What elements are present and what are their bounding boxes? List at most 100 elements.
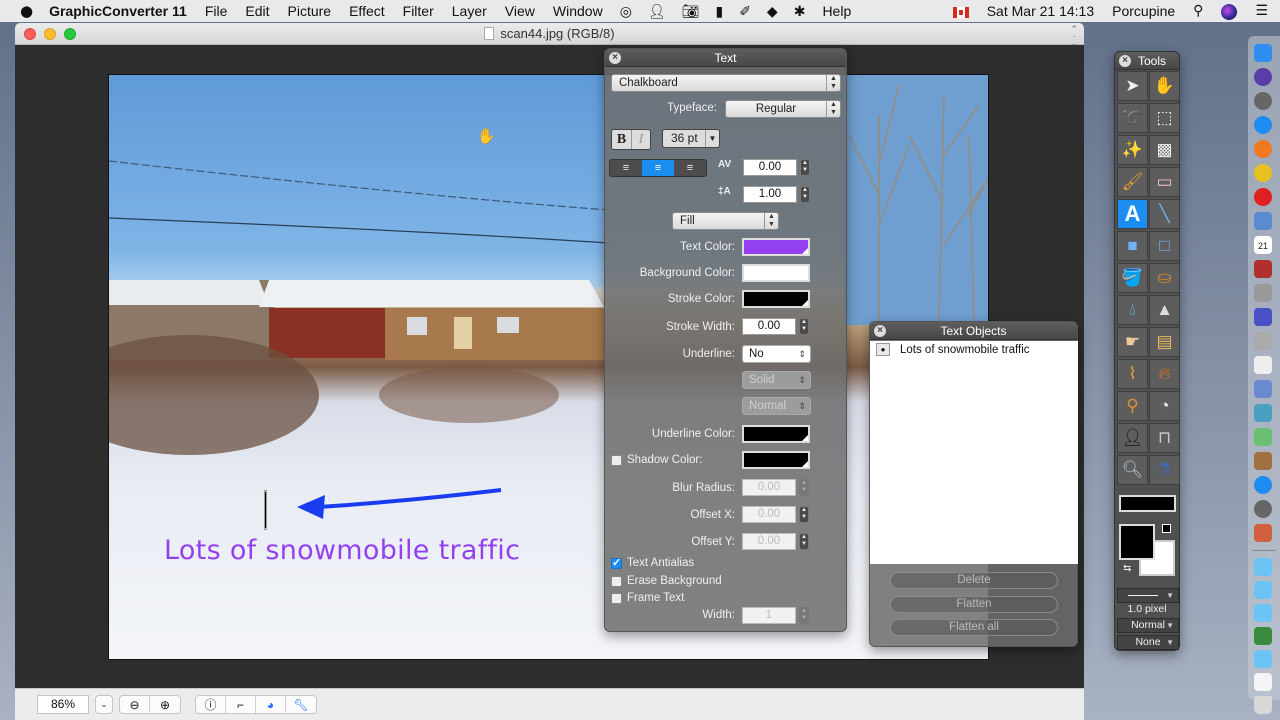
target-icon[interactable]: ◎ <box>612 3 640 20</box>
dock-pictures-icon[interactable] <box>1254 627 1272 645</box>
dock-bbedit-icon[interactable] <box>1254 308 1272 326</box>
spotlight-search-icon[interactable]: ⚲ <box>1184 2 1212 19</box>
menu-layer[interactable]: Layer <box>443 3 496 19</box>
tool-caliper-measure[interactable]: ⊓ <box>1149 423 1180 453</box>
gear-icon[interactable]: ✱ <box>786 3 814 20</box>
menu-filter[interactable]: Filter <box>394 3 443 19</box>
kerning-field[interactable]: 0.00 <box>743 159 797 176</box>
tool-magnifier[interactable]: 🔍︎ <box>1117 455 1148 485</box>
camera-icon[interactable]: 📷︎ <box>674 3 708 20</box>
close-window-button[interactable] <box>24 28 36 40</box>
zoom-field[interactable]: 86% <box>37 695 89 714</box>
tool-filled-rect[interactable]: ■ <box>1117 231 1148 261</box>
tool-sharpen-cone[interactable]: ▲ <box>1149 295 1180 325</box>
tool-silhouette[interactable]: 👤︎ <box>1117 423 1148 453</box>
align-center-button[interactable]: ≡ <box>642 160 674 176</box>
offset-y-stepper[interactable]: ▲ ▼ <box>799 533 809 550</box>
color-wheel-icon[interactable]: ◕ <box>256 696 286 713</box>
eye-visibility-icon[interactable]: ● <box>876 343 890 356</box>
dock-maps-icon[interactable] <box>1254 428 1272 446</box>
tool-color-replace-dropper[interactable]: ◔ <box>1149 391 1180 421</box>
blend-mode-dropdown[interactable]: Normal ▼ <box>1117 618 1179 633</box>
dock-firefox-icon[interactable] <box>1254 140 1272 158</box>
line-spacing-stepper[interactable]: ▲ ▼ <box>800 186 810 203</box>
siri-icon[interactable] <box>1212 2 1246 20</box>
kerning-stepper[interactable]: ▲ ▼ <box>800 159 810 176</box>
align-left-button[interactable]: ≡ <box>610 160 642 176</box>
dock-documents-icon[interactable] <box>1254 673 1272 691</box>
tool-burn-match[interactable]: 🔥︎ <box>1149 359 1180 389</box>
tool-magic-wand[interactable]: ✨ <box>1117 135 1148 165</box>
text-objects-titlebar[interactable]: × Text Objects <box>870 322 1077 340</box>
tool-eraser[interactable]: ▭ <box>1149 167 1180 197</box>
flatten-button[interactable]: Flatten <box>890 596 1058 613</box>
tool-brush[interactable]: 🖌︎ <box>1117 167 1148 197</box>
menu-picture[interactable]: Picture <box>279 3 341 19</box>
dock-chrome-icon[interactable] <box>1254 164 1272 182</box>
font-popup[interactable]: Chalkboard ▲ ▼ <box>611 74 841 92</box>
arrow-annotation[interactable] <box>109 75 989 660</box>
italic-button[interactable]: I <box>631 130 650 149</box>
underline-color-well[interactable] <box>742 425 810 443</box>
canada-flag-icon[interactable] <box>944 3 978 19</box>
fill-mode-popup[interactable]: Fill ▲ ▼ <box>672 212 779 230</box>
erase-background-checkbox[interactable] <box>611 576 622 587</box>
diamond-droplet-icon[interactable]: ◆ <box>759 3 786 20</box>
notification-center-icon[interactable]: ☰ <box>1246 2 1280 19</box>
user-name[interactable]: Porcupine <box>1103 3 1184 19</box>
apple-icon[interactable]: ● <box>0 2 39 20</box>
zoom-in-icon[interactable]: ⊕ <box>150 696 180 713</box>
dock-safari-icon[interactable] <box>1254 116 1272 134</box>
tool-blur-drop[interactable]: 💧︎ <box>1117 295 1148 325</box>
shadow-color-well[interactable] <box>742 451 810 469</box>
font-size-combo[interactable]: 36 pt ▼ <box>662 129 720 148</box>
delete-button[interactable]: Delete <box>890 572 1058 589</box>
dock-folder-icon[interactable] <box>1254 604 1272 622</box>
menu-edit[interactable]: Edit <box>236 3 278 19</box>
foreground-color-swatch[interactable] <box>1119 524 1155 560</box>
ruler-icon[interactable]: ⌐ <box>226 696 256 713</box>
underline-select[interactable]: No ⇕ <box>742 345 811 363</box>
zoom-out-icon[interactable]: ⊖ <box>120 696 150 713</box>
dock-system-preferences-icon[interactable] <box>1254 500 1272 518</box>
line-style-dropdown[interactable]: ▼ <box>1117 588 1179 603</box>
bold-button[interactable]: B <box>612 130 631 149</box>
align-right-button[interactable]: ≡ <box>674 160 706 176</box>
line-color-well[interactable] <box>1119 495 1176 512</box>
list-item[interactable]: ● Lots of snowmobile traffic <box>876 343 1030 356</box>
line-spacing-field[interactable]: 1.00 <box>743 186 797 203</box>
tool-glue[interactable]: ⚗ <box>1149 455 1180 485</box>
dock-textedit-icon[interactable] <box>1254 356 1272 374</box>
info-icon[interactable]: ⓘ <box>196 696 226 713</box>
dock-siri-icon[interactable] <box>1254 68 1272 86</box>
clock[interactable]: Sat Mar 21 14:13 <box>978 3 1103 19</box>
dock-folder-icon[interactable] <box>1254 581 1272 599</box>
dock-preview-icon[interactable] <box>1254 212 1272 230</box>
tool-paint-bucket[interactable]: 🪣 <box>1117 263 1148 293</box>
tool-lasso[interactable]: ➰ <box>1117 103 1148 133</box>
tool-background-eraser-wand[interactable]: ▩ <box>1149 135 1180 165</box>
dock-finder-icon[interactable] <box>1254 44 1272 62</box>
dock-calendar-icon[interactable]: 21 <box>1254 236 1272 254</box>
swap-colors-icon[interactable]: ⇆ <box>1123 563 1131 574</box>
dock-home-photo-icon[interactable] <box>1254 524 1272 542</box>
frame-text-checkbox[interactable] <box>611 593 622 604</box>
menu-file[interactable]: File <box>196 3 237 19</box>
dock-photos-icon[interactable] <box>1254 452 1272 470</box>
tool-line[interactable]: ╲ <box>1149 199 1180 229</box>
title-scroll-arrows-icon[interactable]: ⌃ · ⌄ <box>1070 25 1078 48</box>
tool-rect[interactable]: □ <box>1149 231 1180 261</box>
clipboard-icon[interactable]: ▮ <box>707 3 731 20</box>
antialias-checkbox[interactable] <box>611 556 622 569</box>
zoom-dropdown-button[interactable]: ⌄ <box>95 695 113 714</box>
menu-help[interactable]: Help <box>813 3 860 19</box>
menu-app-name[interactable]: GraphicConverter 11 <box>39 3 196 19</box>
tool-brush-tool[interactable]: ⌇ <box>1117 359 1148 389</box>
close-panel-icon[interactable]: × <box>874 325 886 337</box>
close-panel-icon[interactable]: × <box>609 52 621 64</box>
dock-calculator-icon[interactable] <box>1254 284 1272 302</box>
tool-rect-marquee[interactable]: ⬚ <box>1149 103 1180 133</box>
stroke-width-field[interactable]: 0.00 <box>742 318 796 335</box>
tool-text[interactable]: A <box>1117 199 1148 229</box>
stroke-color-well[interactable] <box>742 290 810 308</box>
